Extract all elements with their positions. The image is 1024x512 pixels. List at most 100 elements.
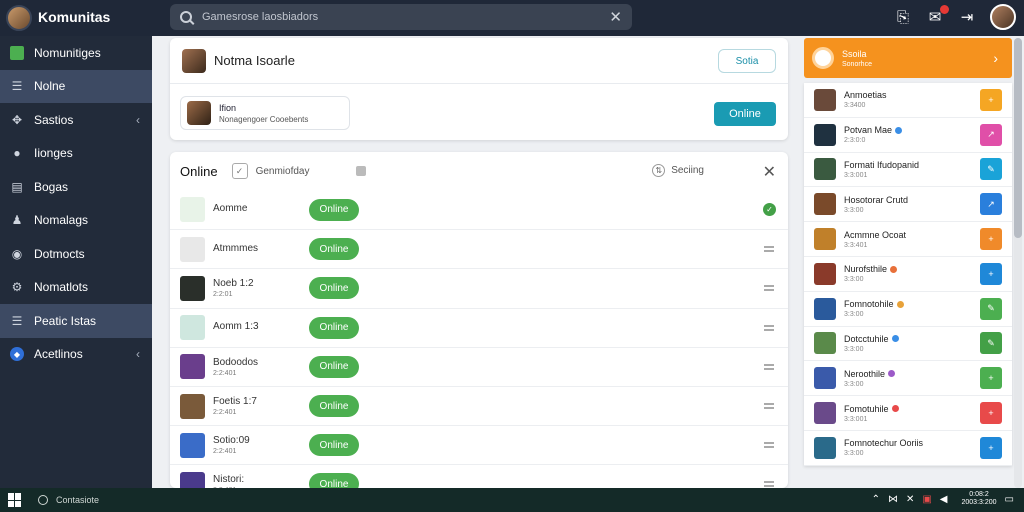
action-button[interactable]: +	[980, 436, 1002, 459]
search-input[interactable]	[202, 11, 610, 23]
action-button[interactable]: ✎	[980, 332, 1002, 355]
list-item[interactable]: Potvan Mae 2:3:0:0 ↗	[804, 118, 1012, 153]
edit-icon[interactable]: ✓	[231, 163, 248, 179]
status-badge[interactable]: Online	[309, 316, 359, 339]
action-button[interactable]: +	[980, 88, 1002, 111]
list-item[interactable]: Hosotorar Crutd 3:3:00 ↗	[804, 187, 1012, 223]
sidebar-item-communities[interactable]: Nomunitiges	[0, 36, 152, 70]
status-badge[interactable]: Online	[309, 473, 359, 488]
network-icon[interactable]: ⋈	[888, 494, 898, 505]
clock[interactable]: 0:08:2 2003:3:200	[962, 491, 997, 508]
list-item[interactable]: Acmmne Ocoat 3:3:401 +	[804, 222, 1012, 257]
table-row[interactable]: Foetis 1:7 2:2:401 Online	[170, 385, 788, 425]
close-icon[interactable]: ✕	[763, 162, 776, 182]
volume-icon[interactable]: ◀	[940, 494, 948, 505]
list-item[interactable]: Fomotuhile 3:3:001 +	[804, 396, 1012, 431]
menu-icon[interactable]	[764, 403, 774, 410]
brand[interactable]: Komunitas	[0, 0, 152, 36]
action-button[interactable]: ↗	[980, 193, 1002, 216]
device-icon[interactable]: ⎘	[894, 9, 912, 26]
check-icon[interactable]: ✓	[763, 203, 776, 217]
logout-icon[interactable]: ⇥	[958, 8, 976, 26]
tools-icon[interactable]: ✕	[906, 494, 914, 505]
action-button[interactable]: +	[980, 262, 1002, 285]
action-button[interactable]: ✎	[980, 158, 1002, 181]
sort-icon: ⇅	[652, 164, 666, 177]
menu-icon[interactable]	[764, 442, 774, 449]
card-subtitle: Genmiofday	[255, 165, 310, 177]
online-button[interactable]: Online	[714, 102, 776, 126]
sidebar-item-documents[interactable]: ◉ Dotmocts	[0, 237, 152, 271]
item-name: Fomnotohile	[844, 299, 894, 310]
windows-icon[interactable]	[8, 493, 22, 507]
item-subtitle: 3:3:00	[844, 450, 864, 458]
notification-icon[interactable]: ✉	[926, 5, 949, 26]
save-button[interactable]: Sotia	[718, 49, 776, 73]
menu-icon[interactable]	[764, 285, 774, 292]
chevron-up-icon[interactable]: ⌃	[872, 494, 880, 505]
list-item[interactable]: Neroothile 3:3:00 +	[804, 361, 1012, 397]
scrollbar[interactable]	[1014, 38, 1022, 488]
menu-icon[interactable]	[764, 246, 774, 253]
notification-center-icon[interactable]: ▭	[1005, 494, 1014, 505]
list-item[interactable]: Formati Ifudopanid 3:3:001 ✎	[804, 153, 1012, 188]
menu-icon[interactable]	[764, 324, 774, 331]
card-title: Notma Isoarle	[214, 53, 295, 68]
action-icon: ↗	[987, 129, 995, 140]
verified-icon	[895, 126, 903, 134]
promo-banner[interactable]: Ssoila Sonorhce ›	[804, 38, 1012, 78]
chevron-right-icon[interactable]: ›	[993, 50, 998, 66]
sidebar-item-public-lists[interactable]: ☰ Peatic Istas	[0, 304, 152, 338]
row-name: Noeb 1:2	[213, 278, 254, 290]
taskbar-search[interactable]: Contasiote	[38, 495, 99, 505]
sidebar-item-stats[interactable]: ✥ Sastios ‹	[0, 103, 152, 137]
search-bar[interactable]: ✕	[170, 4, 632, 30]
user-avatar[interactable]	[990, 4, 1016, 30]
sidebar-item-label: Dotmocts	[34, 246, 85, 261]
status-badge[interactable]: Online	[309, 395, 359, 418]
brand-avatar	[6, 5, 32, 31]
menu-icon[interactable]	[764, 363, 774, 370]
item-subtitle: 3:3400	[844, 102, 866, 110]
table-row[interactable]: Aomme Online ✓	[170, 190, 788, 229]
action-button[interactable]: +	[980, 228, 1002, 251]
profile-box[interactable]: Ifion Nonagengoer Cooebents	[180, 96, 350, 130]
status-badge[interactable]: Online	[309, 434, 359, 457]
sidebar-item-pages[interactable]: ▤ Bogas	[0, 170, 152, 204]
table-row[interactable]: Nistori:2:3:401Online	[170, 464, 788, 488]
status-badge[interactable]: Online	[309, 198, 359, 221]
chevron-left-icon[interactable]: ‹	[136, 113, 140, 127]
list-item[interactable]: Anmoetias 3:3400 +	[804, 83, 1012, 118]
sidebar-item-activities[interactable]: ◆ Acetlinos ‹	[0, 338, 152, 372]
action-button[interactable]: ↗	[980, 123, 1002, 146]
taskbar: Contasiote ⌃ ⋈ ✕ ▣ ◀ 0:08:2 2003:3:200 ▭	[0, 488, 1024, 512]
flag-icon[interactable]	[356, 166, 366, 176]
table-row[interactable]: Atmmmes Online	[170, 229, 788, 268]
chevron-left-icon[interactable]: ‹	[136, 347, 140, 361]
table-row[interactable]: Bodoodos 2:2:401 Online	[170, 346, 788, 386]
action-button[interactable]: +	[980, 367, 1002, 390]
sidebar-item-members[interactable]: ♟ Nomalags	[0, 204, 152, 238]
status-badge[interactable]: Online	[309, 238, 359, 261]
menu-icon[interactable]	[764, 481, 774, 488]
list-item[interactable]: Dotcctuhile 3:3:00 ✎	[804, 327, 1012, 362]
scrollbar-thumb[interactable]	[1014, 38, 1022, 238]
action-button[interactable]: +	[980, 402, 1002, 425]
action-button[interactable]: ✎	[980, 297, 1002, 320]
table-row[interactable]: Aomm 1:3 Online	[170, 307, 788, 347]
app-icon[interactable]: ▣	[922, 494, 931, 505]
close-icon[interactable]: ✕	[609, 8, 622, 26]
online-list: Aomme Online ✓ Atmmmes Online Noeb 1:2 2:2:01 O…	[170, 190, 788, 488]
item-subtitle: 2:3:0:0	[844, 137, 866, 145]
status-badge[interactable]: Online	[309, 355, 359, 378]
sidebar-item-online[interactable]: ☰ Nolne	[0, 69, 152, 103]
status-badge[interactable]: Online	[309, 277, 359, 300]
list-item[interactable]: Fomnotechur Ooriis 3:3:00 +	[804, 431, 1012, 466]
sidebar-item-lounges[interactable]: ● Iionges	[0, 137, 152, 171]
list-item[interactable]: Fomnotohile 3:3:00 ✎	[804, 292, 1012, 327]
list-item[interactable]: Nurofsthile 3:3:00 +	[804, 257, 1012, 292]
table-row[interactable]: Sotio:09 2:2:401 Online	[170, 425, 788, 464]
sidebar-item-notifications[interactable]: ⚙ Nomatlots	[0, 271, 152, 305]
table-row[interactable]: Noeb 1:2 2:2:01 Online	[170, 268, 788, 307]
sort-control[interactable]: ⇅ Seciing	[652, 164, 704, 177]
